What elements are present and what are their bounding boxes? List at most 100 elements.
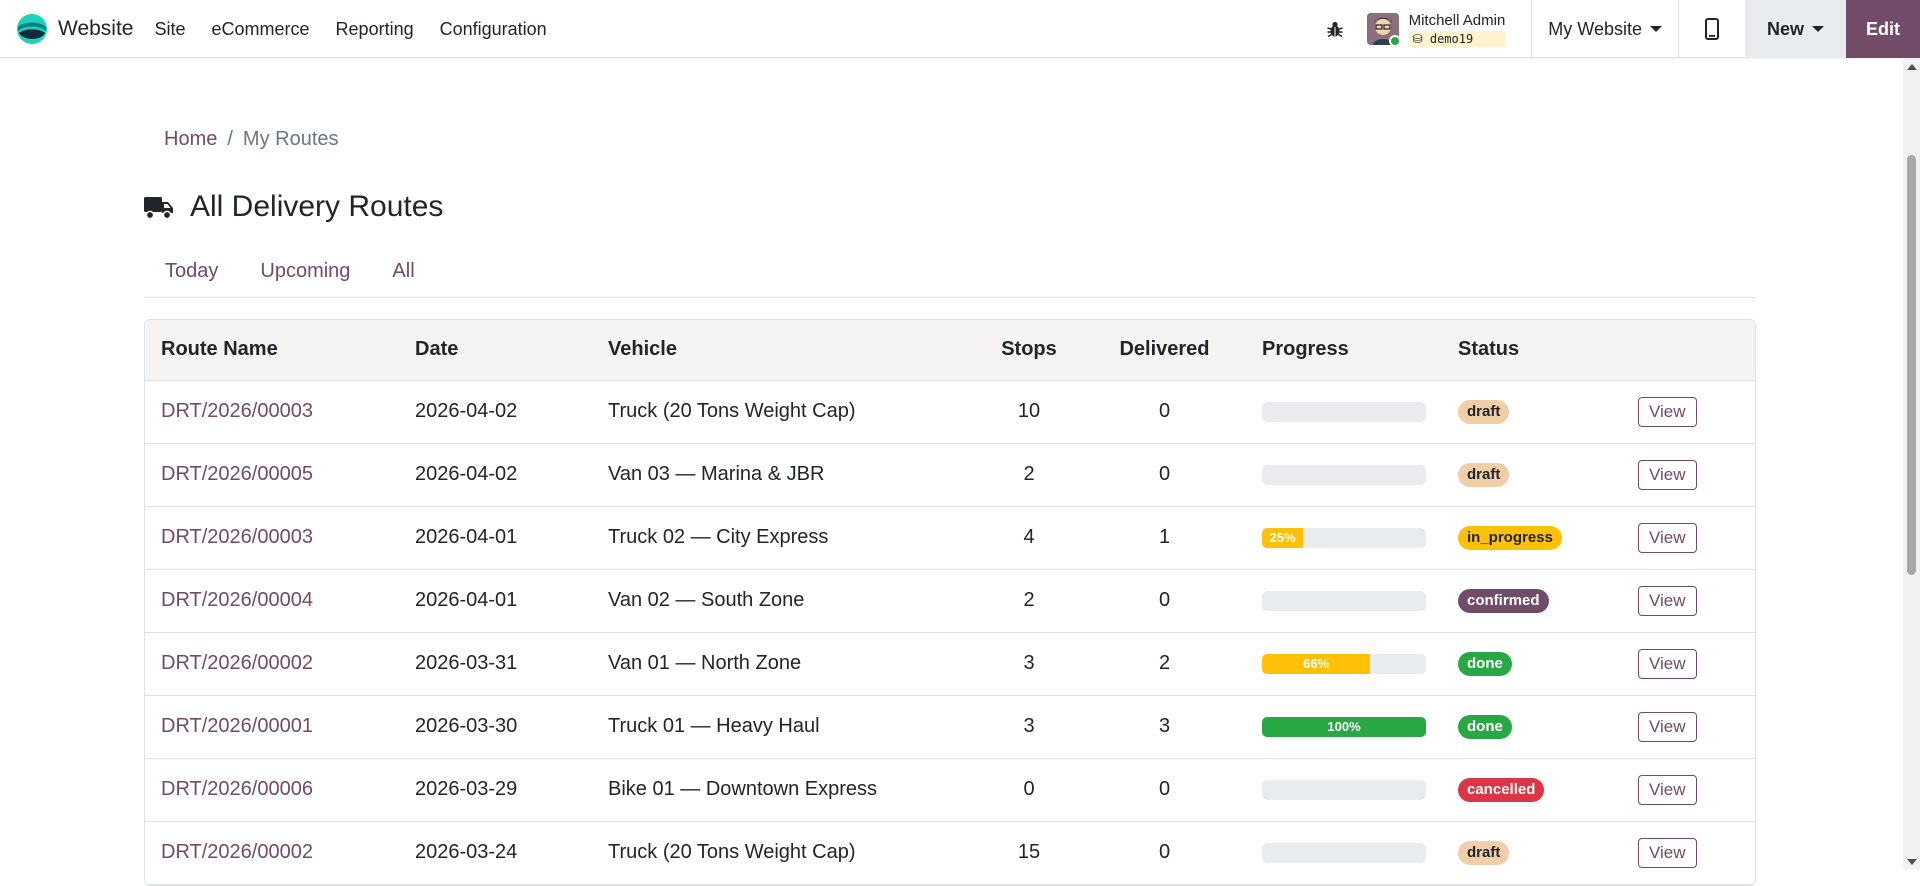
view-route-button[interactable]: View (1638, 396, 1697, 427)
scroll-up-arrow-icon[interactable] (1907, 64, 1917, 70)
route-progress-cell (1246, 758, 1442, 821)
edit-button-label: Edit (1866, 18, 1900, 39)
column-header-stops: Stops (975, 320, 1083, 381)
route-name-link[interactable]: DRT/2026/00002 (161, 841, 313, 863)
scroll-down-arrow-icon[interactable] (1907, 859, 1917, 865)
route-date: 2026-04-01 (415, 526, 518, 548)
route-status-cell: cancelled (1442, 758, 1622, 821)
view-route-button[interactable]: View (1638, 837, 1697, 868)
avatar (1366, 13, 1399, 45)
route-vehicle: Van 03 — Marina & JBR (608, 463, 825, 485)
view-route-button[interactable]: View (1638, 585, 1697, 616)
view-route-button[interactable]: View (1638, 459, 1697, 490)
route-progress-cell (1246, 821, 1442, 884)
menu-site[interactable]: Site (141, 0, 198, 58)
new-button[interactable]: New (1744, 0, 1846, 58)
page-header: All Delivery Routes (144, 190, 443, 224)
route-name-cell: DRT/2026/00005 (145, 443, 399, 506)
route-delivered: 3 (1158, 715, 1171, 737)
route-stops: 3 (1023, 652, 1035, 674)
route-date: 2026-03-29 (415, 778, 518, 800)
route-delivered: 0 (1158, 778, 1171, 800)
progress-bar: 100% (1262, 716, 1426, 737)
routes-table-container: Route Name Date Vehicle Stops Delivered … (144, 319, 1756, 886)
breadcrumb: Home / My Routes (164, 128, 339, 151)
route-progress-cell: 66% (1246, 632, 1442, 695)
website-selector-label: My Website (1548, 18, 1642, 39)
tab-today[interactable]: Today (144, 248, 239, 297)
route-vehicle: Truck 01 — Heavy Haul (608, 715, 820, 737)
edit-button[interactable]: Edit (1846, 0, 1920, 58)
status-badge: done (1458, 715, 1512, 739)
view-route-button[interactable]: View (1638, 774, 1697, 805)
route-stops: 0 (1023, 778, 1035, 800)
route-name-cell: DRT/2026/00002 (145, 821, 399, 884)
route-status-cell: done (1442, 695, 1622, 758)
status-badge: draft (1458, 463, 1510, 487)
column-header-actions (1622, 320, 1755, 381)
user-info: Mitchell Admin ⛁ demo19 (1408, 12, 1506, 47)
top-menu: Site eCommerce Reporting Configuration (141, 0, 559, 58)
online-status-dot (1388, 35, 1399, 45)
database-icon: ⛁ (1412, 31, 1430, 46)
route-date: 2026-04-02 (415, 400, 518, 422)
route-progress-cell (1246, 569, 1442, 632)
route-status-cell: draft (1442, 380, 1622, 443)
breadcrumb-home[interactable]: Home (164, 128, 217, 151)
table-row: DRT/2026/00004 2026-04-01 Van 02 — South Z… (145, 569, 1755, 632)
table-row: DRT/2026/00001 2026-03-30 Truck 01 — Heavy… (145, 695, 1755, 758)
table-header-row: Route Name Date Vehicle Stops Delivered … (145, 320, 1755, 381)
route-delivered: 0 (1158, 841, 1171, 863)
route-name-link[interactable]: DRT/2026/00006 (161, 778, 313, 800)
menu-configuration[interactable]: Configuration (427, 0, 560, 58)
user-menu[interactable]: Mitchell Admin ⛁ demo19 (1366, 0, 1533, 58)
route-vehicle: Van 02 — South Zone (608, 589, 805, 611)
app-brand[interactable]: Website (16, 0, 133, 58)
route-progress-cell: 25% (1246, 506, 1442, 569)
column-header-delivered: Delivered (1083, 320, 1246, 381)
column-header-route-name: Route Name (145, 320, 399, 381)
route-actions-cell: View (1622, 569, 1755, 632)
route-vehicle: Van 01 — North Zone (608, 652, 802, 674)
progress-bar-fill: 100% (1262, 716, 1426, 737)
route-name-cell: DRT/2026/00004 (145, 569, 399, 632)
route-name-link[interactable]: DRT/2026/00003 (161, 400, 313, 422)
top-right-actions: Mitchell Admin ⛁ demo19 My Website New E… (1315, 0, 1920, 58)
progress-bar (1262, 464, 1426, 485)
route-name-link[interactable]: DRT/2026/00002 (161, 652, 313, 674)
progress-bar: 66% (1262, 653, 1426, 674)
status-badge: draft (1458, 400, 1510, 424)
debug-button[interactable] (1315, 0, 1355, 58)
mobile-preview-button[interactable] (1679, 0, 1745, 58)
route-date: 2026-03-30 (415, 715, 518, 737)
website-selector[interactable]: My Website (1532, 0, 1679, 58)
database-name: demo19 (1429, 31, 1474, 46)
website-app-icon (17, 13, 47, 44)
tab-all[interactable]: All (371, 248, 435, 297)
status-badge: draft (1458, 841, 1510, 865)
view-route-button[interactable]: View (1638, 711, 1697, 742)
tab-upcoming[interactable]: Upcoming (239, 248, 371, 297)
progress-bar (1262, 590, 1426, 611)
page-scrollbar[interactable] (1903, 58, 1920, 869)
route-name-link[interactable]: DRT/2026/00004 (161, 589, 313, 611)
route-delivered: 2 (1158, 652, 1171, 674)
route-name-link[interactable]: DRT/2026/00005 (161, 463, 313, 485)
route-name-link[interactable]: DRT/2026/00003 (161, 526, 313, 548)
status-badge: cancelled (1458, 778, 1545, 802)
route-delivered: 1 (1158, 526, 1171, 548)
bug-icon (1326, 21, 1343, 38)
route-name-link[interactable]: DRT/2026/00001 (161, 715, 313, 737)
progress-bar: 25% (1262, 527, 1426, 548)
route-progress-cell: 100% (1246, 695, 1442, 758)
route-stops: 10 (1017, 400, 1041, 422)
menu-ecommerce[interactable]: eCommerce (199, 0, 323, 58)
menu-reporting[interactable]: Reporting (323, 0, 427, 58)
routes-table-body: DRT/2026/00003 2026-04-02 Truck (20 Tons W… (145, 380, 1755, 884)
table-row: DRT/2026/00006 2026-03-29 Bike 01 — Downto… (145, 758, 1755, 821)
view-route-button[interactable]: View (1638, 648, 1697, 679)
scrollbar-thumb[interactable] (1907, 155, 1916, 575)
view-route-button[interactable]: View (1638, 522, 1697, 553)
mobile-phone-icon (1704, 18, 1719, 40)
status-badge: in_progress (1458, 526, 1562, 550)
